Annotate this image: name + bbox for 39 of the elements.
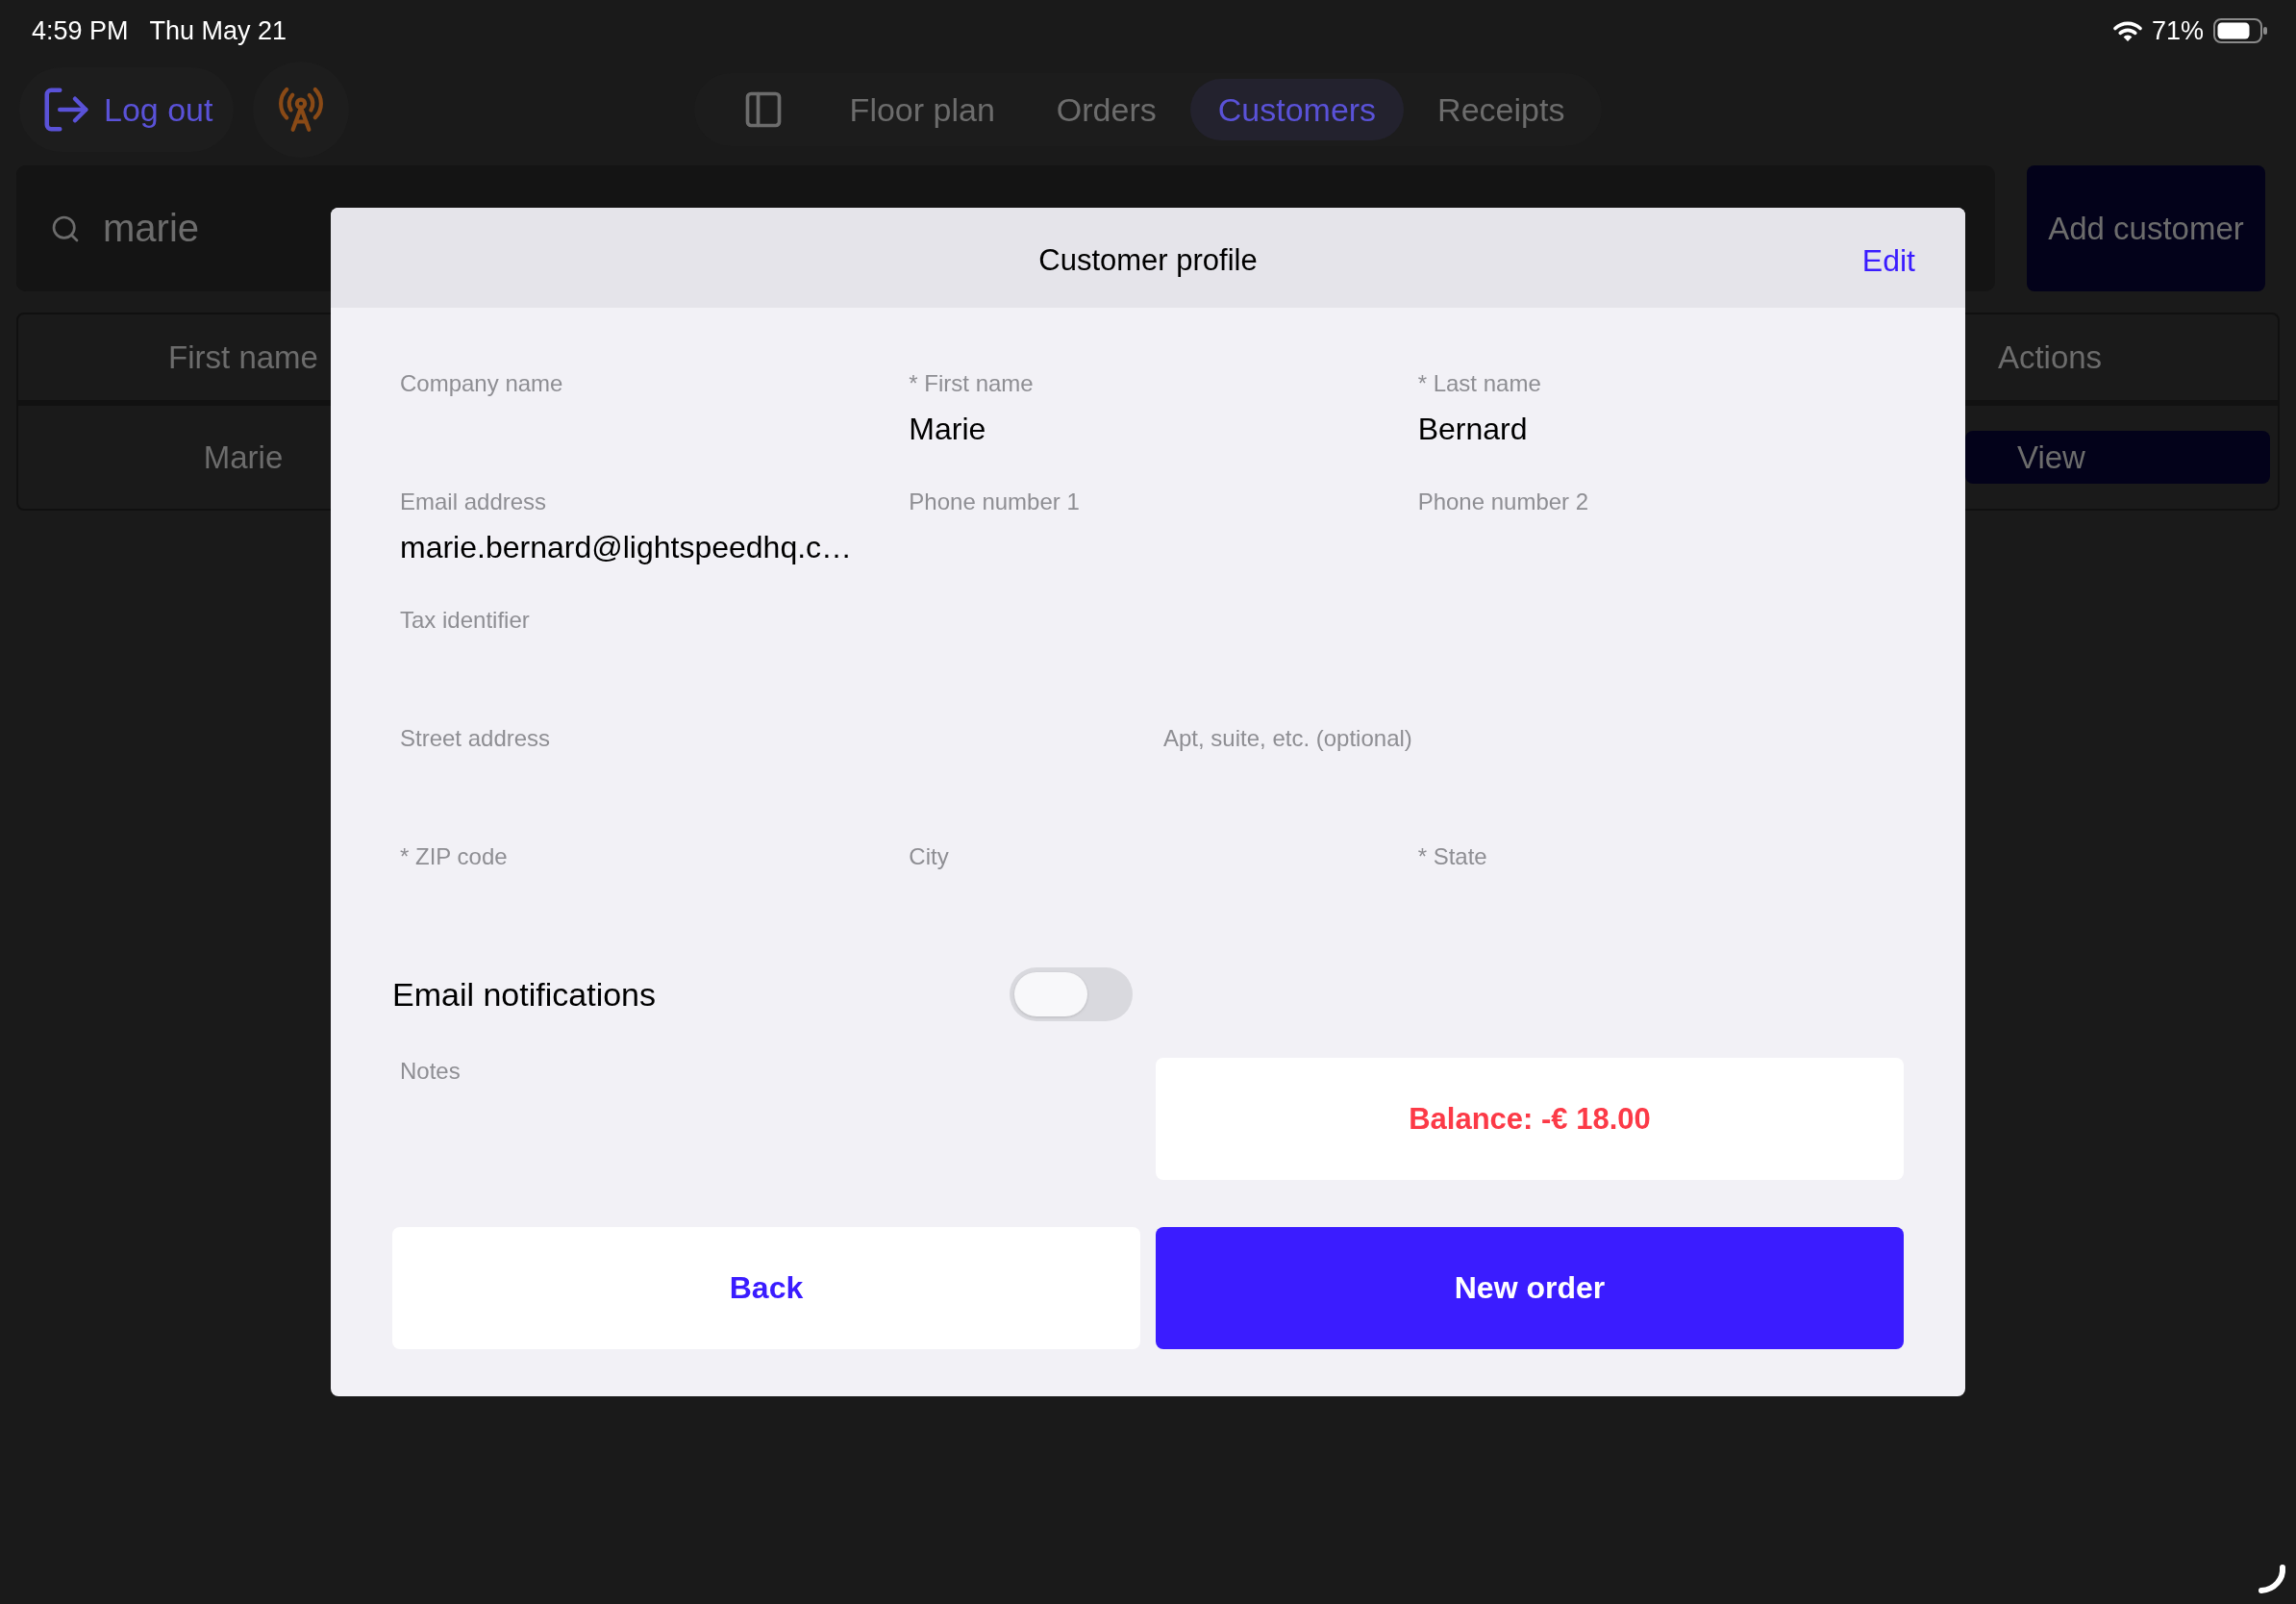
antenna-icon	[277, 86, 326, 134]
field-label: Company name	[400, 370, 563, 397]
status-time: 4:59 PM	[32, 15, 129, 46]
new-order-button[interactable]: New order	[1156, 1227, 1904, 1349]
back-button[interactable]: Back	[392, 1227, 1140, 1349]
balance-summary: Balance: -€ 18.00	[1156, 1058, 1904, 1180]
field-value: Marie	[909, 411, 986, 448]
nav-tab[interactable]: Receipts	[1410, 79, 1593, 140]
field-label: * ZIP code	[400, 843, 508, 870]
field-value: Bernard	[1417, 411, 1528, 448]
column-header: First name	[168, 338, 318, 376]
field-label: Apt, suite, etc. (optional)	[1163, 725, 1412, 752]
field-label: Email address	[400, 489, 547, 515]
field-label: * Last name	[1417, 370, 1541, 397]
view-button[interactable]: View	[1965, 431, 2270, 484]
field-label: Tax identifier	[400, 607, 530, 634]
nav-tab[interactable]: Customers	[1189, 79, 1405, 140]
field-value: marie.bernard@lightspeedhq.c…	[400, 529, 853, 566]
wifi-icon	[2112, 20, 2142, 41]
corner-handle-icon[interactable]	[2258, 1564, 2286, 1594]
table-cell: Marie	[203, 439, 284, 476]
setting-label: Email notifications	[392, 975, 656, 1014]
nav-tab[interactable]: Floor plan	[821, 79, 1023, 140]
status-date: Thu May 21	[149, 15, 287, 46]
field-label: * First name	[909, 370, 1034, 397]
field-label: Street address	[400, 725, 551, 752]
toggle-switch[interactable]	[1010, 967, 1133, 1021]
dialog-title: Customer profile	[1038, 243, 1258, 278]
column-header: Actions	[1997, 338, 2103, 376]
nav-tab[interactable]: Orders	[1028, 79, 1185, 140]
field-label: Phone number 1	[909, 489, 1080, 515]
field-label: Phone number 2	[1417, 489, 1589, 515]
field-label: City	[909, 843, 949, 870]
battery-percentage: 71%	[2151, 15, 2204, 46]
edit-link[interactable]: Edit	[1861, 242, 1915, 279]
field-label: Notes	[400, 1058, 461, 1085]
add-customer-button[interactable]: Add customer	[2027, 165, 2265, 291]
battery-icon	[2213, 18, 2267, 43]
field-label: * State	[1417, 843, 1487, 870]
